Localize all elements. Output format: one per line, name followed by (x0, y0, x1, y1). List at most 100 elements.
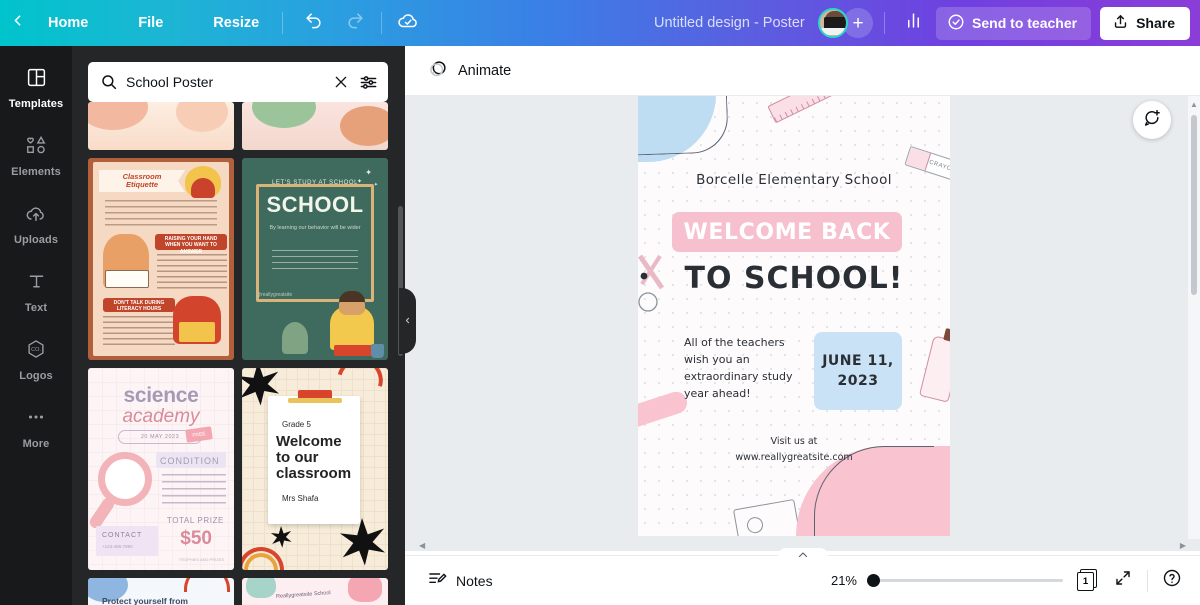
title-line3: classroom (276, 464, 352, 482)
elements-icon (25, 134, 47, 161)
animate-circle-icon (427, 58, 449, 84)
zoom-slider-knob[interactable] (867, 574, 880, 587)
animate-button[interactable]: Animate (421, 54, 521, 88)
template-body-1 (157, 254, 227, 290)
sidebar-item-label: Templates (8, 97, 64, 110)
decor-blob (340, 106, 388, 146)
canvas-vertical-scrollbar[interactable]: ▲ (1188, 96, 1200, 539)
notes-button[interactable]: Notes (419, 564, 504, 598)
chevron-up-icon (797, 546, 809, 564)
scroll-up-icon[interactable]: ▲ (1190, 100, 1198, 109)
template-title-line1: science (123, 384, 199, 407)
share-button[interactable]: Share (1100, 6, 1190, 40)
template-card-science-academy[interactable]: science academy 20 MAY 2023 FREE CONDITI… (88, 368, 234, 570)
file-menu-button[interactable]: File (124, 7, 177, 39)
page-stack-front: 1 (1077, 571, 1094, 591)
logo-hexagon-icon: CO. (25, 338, 47, 365)
decor-blob (176, 102, 228, 132)
kid-illustration (185, 166, 221, 198)
page-count-button[interactable]: 1 (1073, 568, 1099, 594)
template-card[interactable] (88, 102, 234, 150)
sidebar-item-uploads[interactable]: Uploads (0, 190, 72, 258)
decor-blob (88, 102, 148, 130)
template-card-welcome-classroom[interactable]: Grade 5 Welcome to our classroom Mrs Sha… (242, 368, 388, 570)
collapse-panel-button[interactable] (399, 288, 416, 354)
resize-button[interactable]: Resize (199, 7, 273, 39)
template-results-grid[interactable]: Classroom Etiquette RAISING YOUR HAND WH… (72, 102, 405, 605)
notes-icon (427, 569, 447, 592)
avatar[interactable] (818, 8, 849, 38)
poster-visit-text[interactable]: Visit us at www.reallygreatsite.com (638, 434, 950, 466)
clear-search-icon[interactable] (333, 74, 349, 90)
search-box[interactable] (88, 62, 388, 102)
canvas-area[interactable]: CRAYON Borcelle Elementary School WELCOM… (405, 96, 1200, 551)
girl-illustration (103, 234, 149, 288)
template-heading-1: RAISING YOUR HAND WHEN YOU WANT TO ANSWE… (155, 234, 227, 255)
sidebar-item-templates[interactable]: Templates (0, 54, 72, 122)
insights-button[interactable] (896, 6, 930, 40)
template-heading-2: DON'T TALK DURING LITERACY HOURS (103, 298, 175, 312)
template-card[interactable] (242, 102, 388, 150)
filter-sliders-icon[interactable] (359, 73, 378, 92)
back-button[interactable] (0, 0, 34, 46)
boy-illustration (173, 296, 221, 344)
chevron-left-icon (9, 12, 26, 34)
send-to-teacher-button[interactable]: Send to teacher (936, 6, 1092, 40)
header-divider-1 (282, 12, 284, 34)
poster-welcome-banner[interactable]: WELCOME BACK (672, 212, 902, 252)
notes-label: Notes (456, 572, 493, 589)
clipboard-clip (288, 398, 342, 403)
add-comment-button[interactable] (1133, 101, 1171, 139)
share-label: Share (1136, 15, 1175, 31)
poster-canvas[interactable]: CRAYON Borcelle Elementary School WELCOM… (638, 96, 950, 536)
collapse-bottom-bar-button[interactable] (777, 546, 828, 564)
templates-panel: Classroom Etiquette RAISING YOUR HAND WH… (72, 46, 405, 605)
sidebar-item-elements[interactable]: Elements (0, 122, 72, 190)
poster-date-badge[interactable]: JUNE 11, 2023 (814, 332, 902, 410)
template-title: SCHOOL (266, 192, 364, 217)
template-card-classroom-etiquette[interactable]: Classroom Etiquette RAISING YOUR HAND WH… (88, 158, 234, 360)
sidebar-item-logos[interactable]: CO. Logos (0, 326, 72, 394)
add-collaborator-label: + (852, 12, 864, 34)
fullscreen-button[interactable] (1109, 567, 1137, 595)
cup-illustration (371, 344, 384, 358)
template-grade: Grade 5 (282, 420, 311, 429)
title-line2: to our (276, 448, 319, 466)
svg-text:CO.: CO. (31, 347, 41, 353)
scroll-right-icon[interactable]: ▶ (1180, 541, 1186, 550)
add-comment-icon (1142, 108, 1162, 133)
template-card-covid[interactable]: Protect yourself from Covid-19 (88, 578, 234, 605)
poster-school-name[interactable]: Borcelle Elementary School (638, 172, 950, 188)
boy-illustration (330, 291, 374, 350)
share-upload-icon (1112, 13, 1129, 33)
poster-to-school-text[interactable]: TO SCHOOL! (638, 261, 950, 296)
sidebar-item-more[interactable]: More (0, 394, 72, 462)
page-number-label: 1 (1082, 575, 1089, 587)
redo-button[interactable] (338, 6, 372, 40)
search-input[interactable] (126, 74, 325, 90)
zoom-level-label: 21% (830, 573, 857, 588)
vscroll-thumb[interactable] (1191, 115, 1197, 295)
template-card-join-us[interactable]: Reallygreatsite School Join us for (242, 578, 388, 605)
cloud-save-status-button[interactable] (391, 6, 425, 40)
contact-highlight (96, 526, 158, 556)
undo-button[interactable] (296, 6, 330, 40)
zoom-slider[interactable] (867, 573, 1063, 589)
cloud-saved-icon (397, 10, 419, 37)
document-title-group: Untitled design - Poster (646, 0, 813, 46)
document-title[interactable]: Untitled design - Poster (646, 10, 813, 36)
home-button[interactable]: Home (34, 7, 102, 39)
bar-chart-icon (904, 11, 923, 35)
send-to-teacher-label: Send to teacher (972, 15, 1078, 31)
template-title: Welcome to our classroom (276, 434, 351, 481)
template-subtitle: By learning our behavior will be wider (269, 225, 361, 231)
sidebar-item-text[interactable]: Text (0, 258, 72, 326)
scroll-left-icon[interactable]: ◀ (419, 541, 425, 550)
help-button[interactable] (1158, 567, 1186, 595)
template-body-2 (103, 316, 175, 346)
poster-body-text[interactable]: All of the teachers wish you an extraord… (684, 334, 804, 402)
title-line1: Welcome (276, 433, 342, 450)
template-card-school-chalkboard[interactable]: ✦ ✦ ✦ LET'S STUDY AT SCHOOL SCHOOL By le… (242, 158, 388, 360)
editor-area: Animate CRAYON Borcelle Elementary Schoo… (405, 46, 1200, 605)
bottom-status-bar: Notes 21% 1 (405, 548, 1200, 605)
